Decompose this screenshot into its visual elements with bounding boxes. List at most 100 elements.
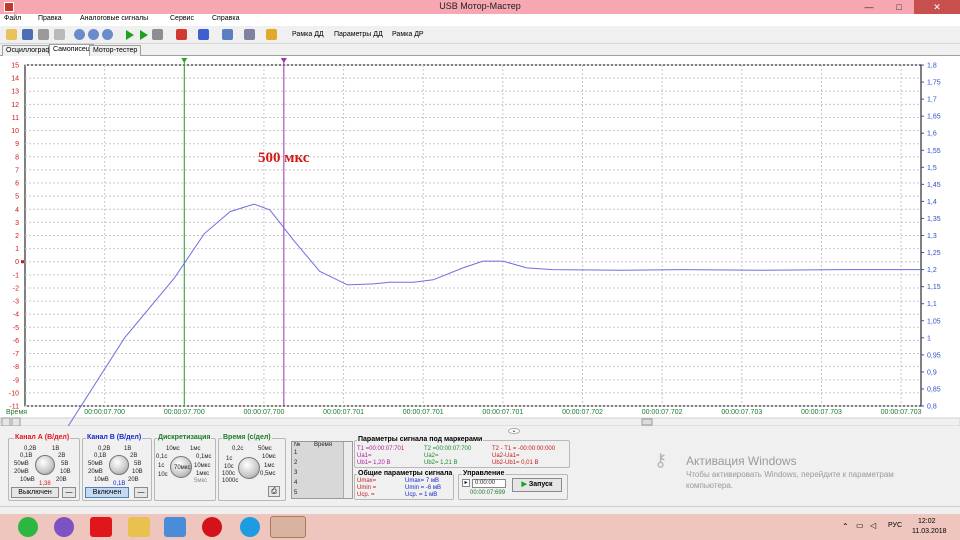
formula-icon[interactable]	[244, 29, 255, 40]
network-icon[interactable]: ▭	[856, 521, 864, 530]
marker-params-title: Параметры сигнала под маркерами	[357, 436, 484, 443]
discretization-title: Дискретизация	[157, 434, 212, 441]
minimize-button[interactable]: —	[854, 0, 884, 14]
channel-b-knob[interactable]	[109, 455, 129, 475]
signal-a-icon[interactable]	[176, 29, 187, 40]
menu-help[interactable]: Справка	[212, 15, 239, 22]
left-tick-label: 0	[15, 259, 19, 266]
channel-a-toggle-button[interactable]: Выключен	[11, 487, 59, 498]
line-chart[interactable]: 1514131211109876543210-1-2-3-4-5-6-7-8-9…	[0, 56, 960, 426]
menu-service[interactable]: Сервис	[170, 15, 194, 22]
zoom-fit-icon[interactable]	[102, 29, 113, 40]
language-indicator[interactable]: РУС	[888, 522, 902, 529]
control-panel-icon[interactable]	[164, 517, 186, 537]
clock-date[interactable]: 11.03.2018	[912, 528, 947, 535]
activation-line2: компьютера.	[686, 481, 734, 490]
menu-analog-signals[interactable]: Аналоговые сигналы	[80, 15, 148, 22]
tab-motor-tester[interactable]: Мотор-тестер	[89, 45, 142, 56]
start-button[interactable]: ▶ Запуск	[512, 478, 562, 492]
table-row[interactable]: 3	[294, 470, 297, 476]
left-tick-label: -10	[9, 390, 19, 397]
collapse-icon[interactable]: ⌄	[508, 428, 520, 434]
motor-master-icon[interactable]	[270, 516, 306, 538]
right-tick-label: 1,8	[927, 63, 937, 70]
viber-icon[interactable]	[54, 517, 74, 537]
table-row[interactable]: 2	[294, 460, 297, 466]
chart-area[interactable]: 15 14 13 12 11 10 9 8 7 6 5 4 3 2 1 0 -1 -2 -3 -4 -5 -6 -7 -8 -9…	[0, 56, 960, 426]
channel-a-minus-button[interactable]: —	[62, 487, 76, 498]
chart-annotation: 500 мкс	[258, 150, 310, 166]
tab-recorder[interactable]: Самописец	[49, 44, 94, 56]
marker-ub1: Ub1= 1,20 В	[357, 460, 391, 466]
save-icon[interactable]	[22, 29, 33, 40]
right-tick-label: 1,1	[927, 301, 937, 308]
left-tick-label: -4	[13, 312, 19, 319]
left-axis: 1514131211109876543210-1-2-3-4-5-6-7-8-9…	[9, 63, 24, 411]
yandex-icon[interactable]	[90, 517, 112, 537]
calc-icon[interactable]	[222, 29, 233, 40]
left-tick-label: 15	[11, 63, 19, 70]
explorer-icon[interactable]	[128, 517, 150, 537]
right-tick-label: 1,4	[927, 199, 937, 206]
clock-time[interactable]: 12:02	[918, 518, 936, 525]
zoom-icon[interactable]	[74, 29, 85, 40]
time-div-label: 0,2с	[232, 446, 244, 452]
folder-open-icon[interactable]	[6, 29, 17, 40]
volume-icon[interactable]: ◁	[870, 521, 876, 530]
close-button[interactable]: ✕	[914, 0, 960, 14]
discretization-value: 70мкс	[174, 465, 191, 471]
marker-t1: T1 =00:00:07:701	[357, 446, 405, 452]
menu-edit[interactable]: Правка	[38, 15, 62, 22]
right-tick-label: 1,5	[927, 165, 937, 172]
print-icon[interactable]	[38, 29, 49, 40]
params-dd-button[interactable]: Параметры ДД	[334, 31, 383, 38]
table-scrollbar[interactable]	[343, 442, 352, 498]
menu-file[interactable]: Файл	[4, 15, 21, 22]
zoom-in-icon[interactable]	[88, 29, 99, 40]
scroll-right-button	[11, 417, 21, 426]
print-preview-icon[interactable]	[54, 29, 65, 40]
left-tick-label: -5	[13, 325, 19, 332]
marker-handle-t1	[181, 58, 188, 63]
general-umin-b: Umin = -6 мВ	[405, 485, 441, 491]
signal-b-icon[interactable]	[198, 29, 209, 40]
play-small-icon[interactable]: ▸	[462, 479, 470, 487]
left-tick-label: 2	[15, 233, 19, 240]
activation-line1: Чтобы активировать Windows, перейдите к …	[686, 470, 894, 479]
sound-icon[interactable]	[266, 29, 277, 40]
channel-b-toggle-button[interactable]: Включен	[85, 487, 129, 498]
channel-b-label: 10В	[132, 469, 143, 475]
table-row[interactable]: 5	[294, 490, 297, 496]
zero-marker	[21, 260, 24, 264]
skype-icon[interactable]	[240, 517, 260, 537]
channel-b-label: 20мВ	[88, 469, 103, 475]
right-tick-label: 1	[927, 335, 931, 342]
channel-b-minus-button[interactable]: —	[134, 487, 148, 498]
stop-icon[interactable]	[152, 29, 163, 40]
right-tick-label: 1,35	[927, 216, 941, 223]
marker-dt: T2 - T1 = -00:00:00:000	[492, 446, 556, 452]
discretization-label: 1с	[158, 463, 165, 469]
channel-a-knob[interactable]	[35, 455, 55, 475]
opera-icon[interactable]	[202, 517, 222, 537]
table-header-time: Время	[314, 442, 333, 448]
frame-dd-button[interactable]: Рамка ДД	[292, 31, 324, 38]
play-icon[interactable]	[126, 30, 134, 40]
right-tick-label: 1,55	[927, 148, 941, 155]
right-tick-label: 1,2	[927, 267, 937, 274]
table-row[interactable]: 1	[294, 450, 297, 456]
x-tick-label: 00:00:07.700	[243, 409, 284, 416]
time-div-print-button[interactable]: ⎙	[268, 486, 280, 497]
activation-title: Активация Windows	[686, 454, 797, 468]
tab-oscilloscope[interactable]: Осциллограф	[2, 45, 56, 56]
whatsapp-icon[interactable]	[18, 517, 38, 537]
tray-up-icon[interactable]: ⌃	[842, 522, 849, 531]
maximize-button[interactable]: □	[884, 0, 914, 14]
time-div-label: 0,5мс	[260, 471, 276, 477]
channel-a-label: 0,2В	[24, 446, 37, 452]
frame-dr-button[interactable]: Рамка ДР	[392, 31, 424, 38]
table-row[interactable]: 4	[294, 480, 297, 486]
x-tick-label: 00:00:07.701	[323, 409, 364, 416]
play-step-icon[interactable]	[140, 30, 148, 40]
time-div-knob[interactable]	[238, 457, 260, 479]
